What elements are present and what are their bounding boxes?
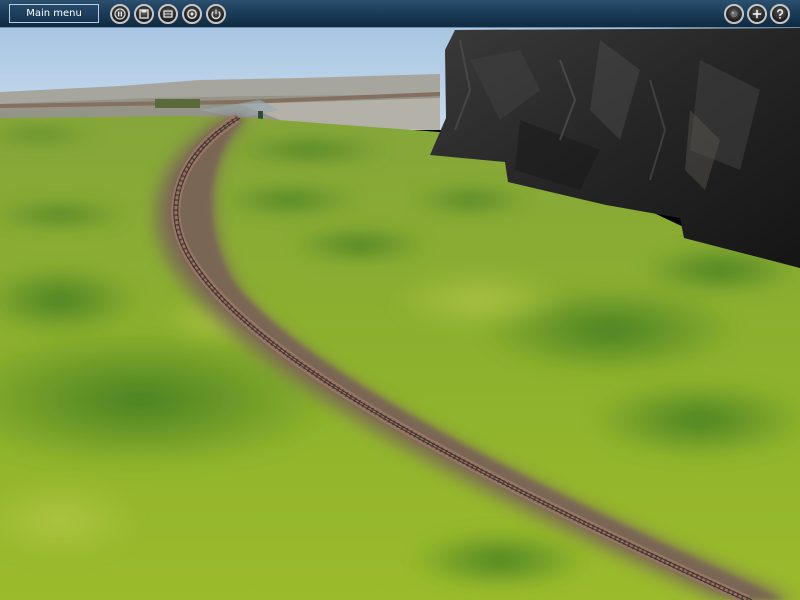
orb-button[interactable] bbox=[724, 4, 744, 24]
main-menu-button[interactable]: Main menu bbox=[9, 4, 99, 23]
power-button[interactable] bbox=[206, 4, 226, 24]
distant-trees bbox=[155, 99, 200, 108]
terrain-scene[interactable] bbox=[0, 0, 800, 600]
map-icon bbox=[163, 10, 173, 18]
pause-button[interactable] bbox=[110, 4, 130, 24]
orb-icon bbox=[730, 10, 738, 18]
help-icon bbox=[777, 9, 784, 19]
help-button[interactable] bbox=[770, 4, 790, 24]
add-icon bbox=[752, 9, 762, 19]
save-icon bbox=[139, 9, 149, 19]
power-icon bbox=[211, 9, 221, 20]
game-viewport[interactable]: Main menu bbox=[0, 0, 800, 600]
settings-icon bbox=[187, 9, 197, 19]
pause-icon bbox=[114, 8, 126, 20]
top-toolbar: Main menu bbox=[0, 0, 800, 28]
save-button[interactable] bbox=[134, 4, 154, 24]
map-button[interactable] bbox=[158, 4, 178, 24]
distant-signal bbox=[258, 111, 263, 119]
add-button[interactable] bbox=[747, 4, 767, 24]
settings-button[interactable] bbox=[182, 4, 202, 24]
